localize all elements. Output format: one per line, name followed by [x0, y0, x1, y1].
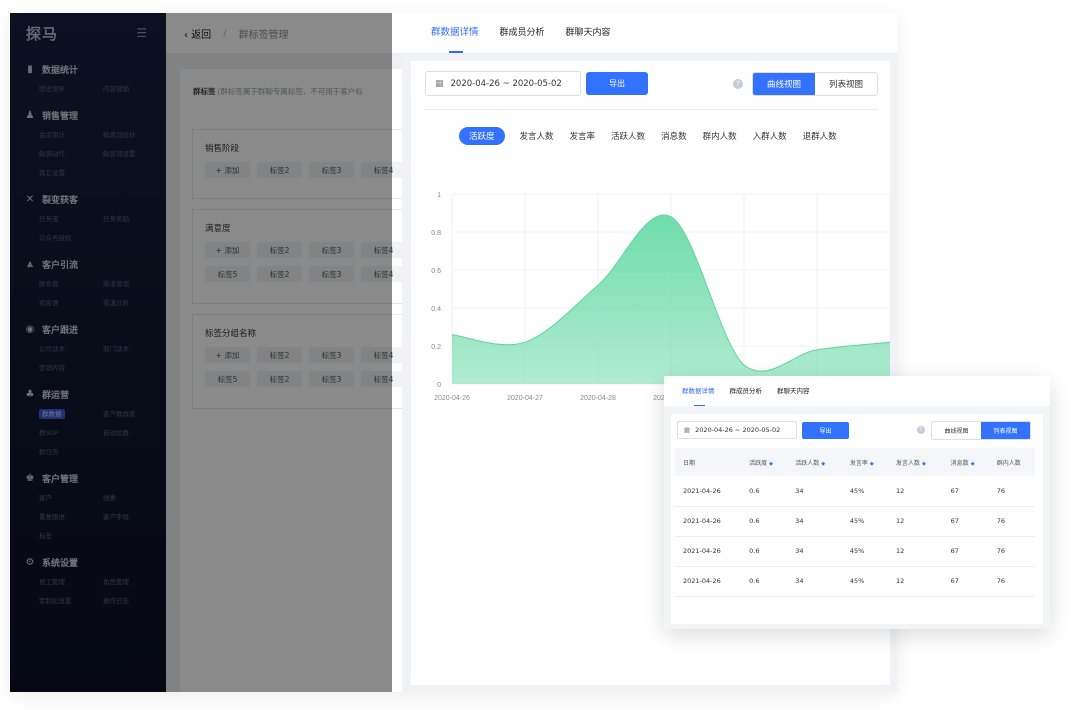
table-cell: 2021-04-26: [675, 506, 742, 537]
export-button[interactable]: 导出: [586, 72, 648, 95]
table-cell: 12: [887, 536, 943, 567]
table-cell: 0.6: [741, 506, 788, 537]
y-tick-label: 0.6: [431, 268, 441, 275]
group-data-table: 日期 活跃度 ◆ 活跃人数 ◆ 发言率 ◆ 发言人数 ◆ 消息数 ◆ 群内人数 2021-04-26 0…: [675, 448, 1035, 597]
table-cell: 67: [942, 536, 989, 567]
table-cell: 34: [787, 506, 842, 537]
preview-card: ▦ 2020-04-26 ~ 2020-05-02 导出 ? 曲线视图 列表视图…: [671, 414, 1043, 624]
table-cell: 67: [942, 566, 989, 597]
metric-tab[interactable]: 发言率: [570, 130, 596, 142]
list-view-button[interactable]: 列表视图: [815, 73, 877, 95]
table-cell: 34: [787, 476, 842, 507]
y-tick-label: 0.2: [431, 344, 441, 351]
date-range-value: 2020-04-26 ~ 2020-05-02: [450, 78, 562, 89]
divider: [425, 109, 878, 110]
table-cell: 67: [942, 476, 989, 507]
modal-overlay[interactable]: [10, 13, 392, 692]
metric-tab[interactable]: 入群人数: [753, 130, 787, 142]
table-row: 2021-04-26 0.6 34 45% 12 67 76: [675, 566, 1035, 597]
sort-icon[interactable]: ◆: [821, 461, 825, 467]
metric-tab[interactable]: 活跃度: [459, 127, 505, 145]
x-tick-label: 2020-04-27: [507, 395, 543, 402]
table-cell: 34: [787, 566, 842, 597]
column-header: 日期: [675, 448, 742, 476]
column-header[interactable]: 消息数 ◆: [942, 448, 989, 476]
y-tick-label: 1: [437, 192, 441, 199]
preview-list-view-button[interactable]: 列表视图: [981, 421, 1030, 439]
table-cell: 2021-04-26: [675, 476, 742, 507]
view-switch: 曲线视图 列表视图: [752, 71, 878, 96]
y-tick-label: 0.8: [431, 230, 441, 237]
x-tick-label: 2020-04-26: [434, 395, 470, 402]
preview-curve-view-button[interactable]: 曲线视图: [932, 422, 981, 439]
column-header[interactable]: 发言率 ◆: [841, 448, 888, 476]
x-tick-label: 2020-04-28: [580, 395, 616, 402]
sort-icon[interactable]: ◆: [971, 461, 975, 467]
preview-tab-2[interactable]: 群成员分析: [730, 376, 763, 406]
metric-tab[interactable]: 退群人数: [803, 130, 837, 142]
table-cell: 12: [887, 476, 943, 507]
activity-area-chart: 0 0.2 0.4 0.6 0.8 1 2020-04-26 2020-04-27 2020-0…: [431, 192, 891, 402]
table-cell: 2021-04-26: [675, 536, 742, 567]
list-view-preview: 群数据详情 群成员分析 群聊天内容 ▦ 2020-04-26 ~ 2020-05-0…: [664, 376, 1050, 629]
table-cell: 2021-04-26: [675, 566, 742, 597]
tab-3[interactable]: 群聊天内容: [566, 13, 611, 53]
metric-tab[interactable]: 群内人数: [703, 130, 737, 142]
table-cell: 0.6: [741, 536, 788, 567]
preview-toolbar: ▦ 2020-04-26 ~ 2020-05-02 导出 ? 曲线视图 列表视图: [677, 420, 1031, 440]
table-cell: 45%: [841, 506, 888, 537]
help-icon[interactable]: ?: [733, 78, 743, 89]
drawer-tabs: 群数据详情 群成员分析 群聊天内容: [402, 13, 897, 53]
table-cell: 12: [887, 506, 943, 537]
date-range-picker[interactable]: ▦ 2020-04-26 ~ 2020-05-02: [425, 71, 581, 96]
table-row: 2021-04-26 0.6 34 45% 12 67 76: [675, 536, 1035, 567]
preview-tabs: 群数据详情 群成员分析 群聊天内容: [664, 376, 1050, 406]
preview-date-range-picker[interactable]: ▦ 2020-04-26 ~ 2020-05-02: [677, 421, 797, 439]
area-series: [452, 214, 890, 384]
column-header[interactable]: 活跃度 ◆: [741, 448, 788, 476]
table-body: 2021-04-26 0.6 34 45% 12 67 76 2021-04-26 0.6 34 4…: [675, 476, 1035, 597]
table-cell: 45%: [841, 476, 888, 507]
column-header[interactable]: 发言人数 ◆: [887, 448, 943, 476]
calendar-icon: ▦: [684, 426, 691, 434]
table-cell: 45%: [841, 536, 888, 567]
column-header[interactable]: 活跃人数 ◆: [787, 448, 842, 476]
preview-export-button[interactable]: 导出: [802, 421, 849, 439]
tab-1[interactable]: 群数据详情: [431, 13, 479, 53]
preview-date-range-value: 2020-04-26 ~ 2020-05-02: [695, 426, 781, 434]
metric-tab[interactable]: 活跃人数: [611, 130, 645, 142]
preview-tab-3[interactable]: 群聊天内容: [777, 376, 810, 406]
help-icon[interactable]: ?: [917, 426, 925, 434]
sort-icon[interactable]: ◆: [769, 461, 773, 467]
table-cell: 12: [887, 566, 943, 597]
table-cell: 45%: [841, 566, 888, 597]
column-header: 群内人数: [988, 448, 1035, 476]
table-cell: 34: [787, 536, 842, 567]
detail-toolbar: ▦ 2020-04-26 ~ 2020-05-02 导出 ? 曲线视图 列表视图: [425, 71, 878, 96]
table-cell: 76: [988, 566, 1035, 597]
table-cell: 67: [942, 506, 989, 537]
preview-tab-1[interactable]: 群数据详情: [682, 376, 715, 406]
tab-2[interactable]: 群成员分析: [500, 13, 545, 53]
table-cell: 76: [988, 476, 1035, 507]
sort-icon[interactable]: ◆: [870, 461, 874, 467]
table-cell: 0.6: [741, 476, 788, 507]
metric-tab[interactable]: 发言人数: [520, 130, 554, 142]
table-cell: 0.6: [741, 566, 788, 597]
preview-view-switch: 曲线视图 列表视图: [931, 420, 1031, 440]
table-cell: 76: [988, 536, 1035, 567]
curve-view-button[interactable]: 曲线视图: [753, 72, 815, 95]
table-header: 日期 活跃度 ◆ 活跃人数 ◆ 发言率 ◆ 发言人数 ◆ 消息数 ◆ 群内人数: [675, 448, 1035, 476]
calendar-icon: ▦: [435, 78, 444, 89]
metric-tabs: 活跃度 发言人数 发言率 活跃人数 消息数 群内人数 入群人数 退群人数: [459, 127, 890, 145]
y-tick-label: 0.4: [431, 306, 441, 313]
table-row: 2021-04-26 0.6 34 45% 12 67 76: [675, 476, 1035, 507]
sort-icon[interactable]: ◆: [922, 461, 926, 467]
table-row: 2021-04-26 0.6 34 45% 12 67 76: [675, 506, 1035, 537]
table-cell: 76: [988, 506, 1035, 537]
metric-tab[interactable]: 消息数: [661, 130, 687, 142]
y-tick-label: 0: [437, 382, 441, 389]
